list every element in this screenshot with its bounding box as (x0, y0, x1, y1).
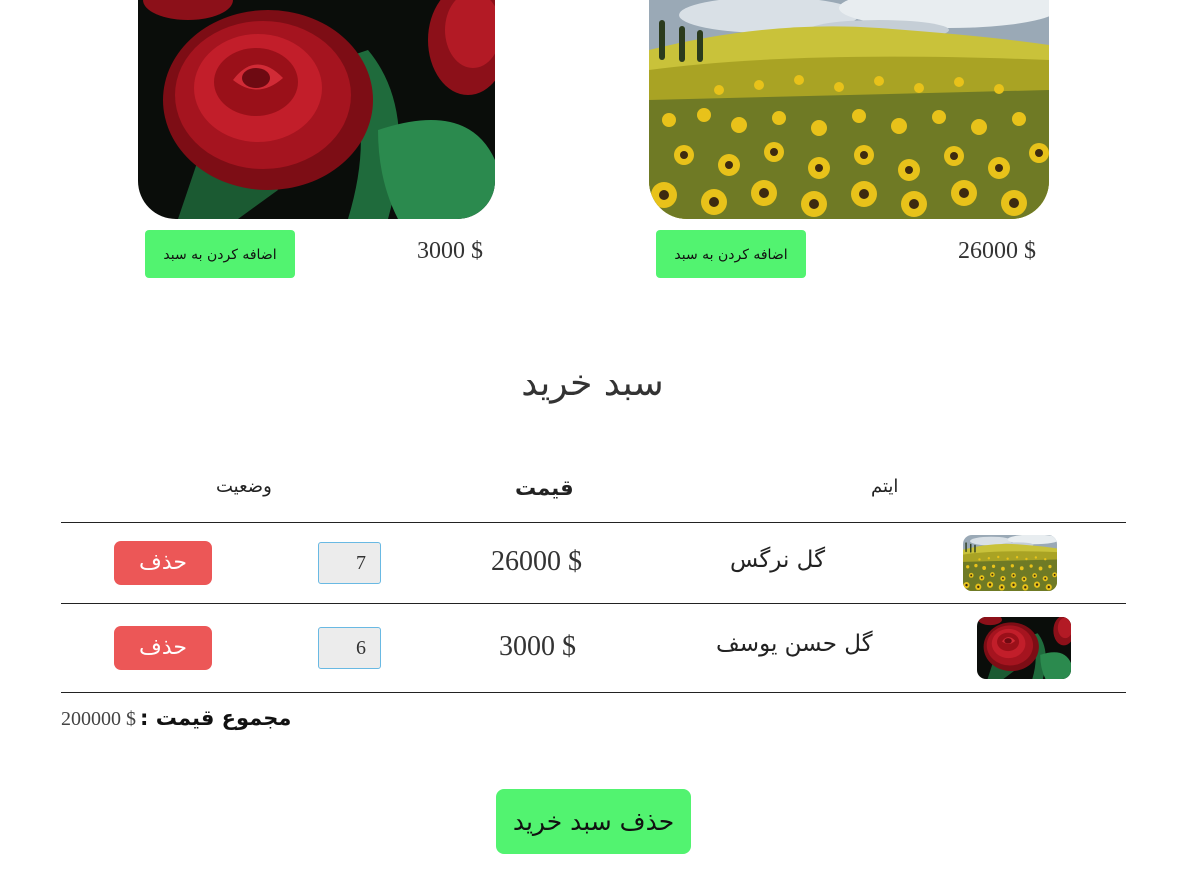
cart-row-name: گل نرگس (730, 547, 826, 573)
header-price: قیمت (515, 476, 574, 500)
sunflower-thumbnail (963, 535, 1057, 591)
cart-row-price: 26000 $ (491, 546, 582, 577)
cart-row-price: 3000 $ (499, 631, 576, 662)
rose-thumbnail (977, 617, 1071, 679)
add-to-cart-button-rose[interactable]: اضافه کردن به سبد (145, 230, 295, 278)
product-price-sunflower: 26000 $ (958, 238, 1036, 264)
remove-item-button[interactable]: حذف (114, 626, 212, 670)
sunflower-field-image (649, 0, 1049, 219)
table-divider (61, 603, 1126, 604)
header-item: ایتم (871, 476, 899, 497)
header-status: وضعیت (216, 476, 272, 497)
quantity-input[interactable]: 7 (318, 542, 381, 584)
cart-title: سبد خرید (521, 363, 664, 404)
page: اضافه کردن به سبد 3000 $ اضافه کردن به س… (0, 0, 1185, 871)
add-to-cart-button-sunflower[interactable]: اضافه کردن به سبد (656, 230, 806, 278)
table-divider (61, 522, 1126, 523)
product-price-rose: 3000 $ (417, 238, 483, 264)
remove-item-button[interactable]: حذف (114, 541, 212, 585)
table-divider (61, 692, 1126, 693)
rose-image (138, 0, 495, 219)
total-label: مجموع قیمت : (140, 706, 292, 730)
cart-total: 200000 $ مجموع قیمت : (61, 706, 291, 731)
cart-row-name: گل حسن یوسف (716, 631, 873, 657)
quantity-input[interactable]: 6 (318, 627, 381, 669)
total-value: 200000 $ (61, 708, 136, 730)
clear-cart-button[interactable]: حذف سبد خرید (496, 789, 691, 854)
